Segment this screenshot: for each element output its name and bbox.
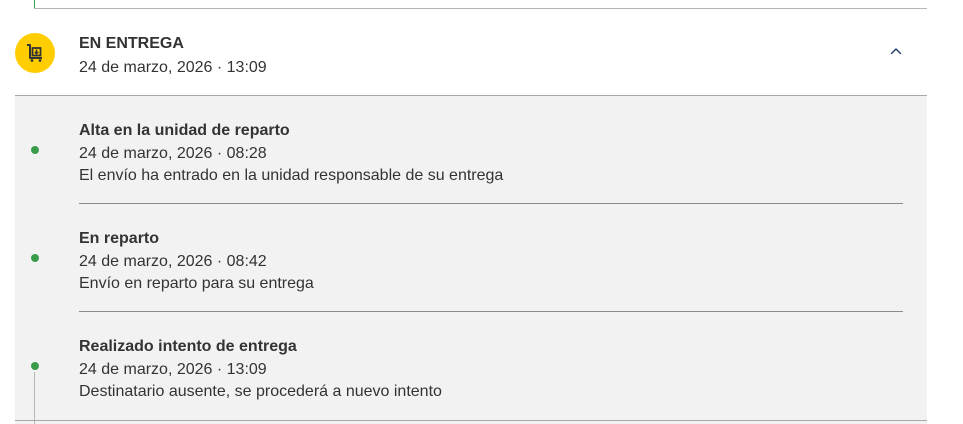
status-events-panel: Alta en la unidad de reparto 24 de marzo… (15, 96, 927, 424)
event-title: Alta en la unidad de reparto (79, 122, 290, 139)
status-group-header[interactable]: EN ENTREGA 24 de marzo, 2026 · 13:09 (15, 9, 927, 96)
event-date: 24 de marzo, 2026 · 13:09 (79, 361, 267, 378)
event-description: El envío ha entrado en la unidad respons… (79, 167, 504, 184)
list-item: Realizado intento de entrega 24 de marzo… (15, 312, 927, 420)
tracking-timeline: EN ENTREGA 24 de marzo, 2026 · 13:09 Alt… (0, 0, 963, 424)
event-description: Destinatario ausente, se procederá a nue… (79, 383, 442, 400)
event-title: En reparto (79, 230, 160, 247)
timeline-dot (31, 146, 39, 154)
event-title: Realizado intento de entrega (79, 338, 297, 355)
event-description: Envío en reparto para su entrega (79, 275, 314, 292)
bottom-divider (15, 420, 927, 421)
list-item: En reparto 24 de marzo, 2026 · 08:42 Env… (15, 204, 927, 312)
delivery-cart-icon (15, 33, 55, 73)
timeline-dot (31, 254, 39, 262)
event-date: 24 de marzo, 2026 · 08:28 (79, 145, 267, 162)
status-group-title: EN ENTREGA (79, 35, 184, 52)
event-date: 24 de marzo, 2026 · 08:42 (79, 253, 267, 270)
list-item: Alta en la unidad de reparto 24 de marzo… (15, 96, 927, 204)
timeline-line-end (34, 372, 35, 424)
timeline-dot (31, 362, 39, 370)
chevron-up-icon[interactable] (884, 39, 908, 63)
status-group-date: 24 de marzo, 2026 · 13:09 (79, 59, 267, 76)
